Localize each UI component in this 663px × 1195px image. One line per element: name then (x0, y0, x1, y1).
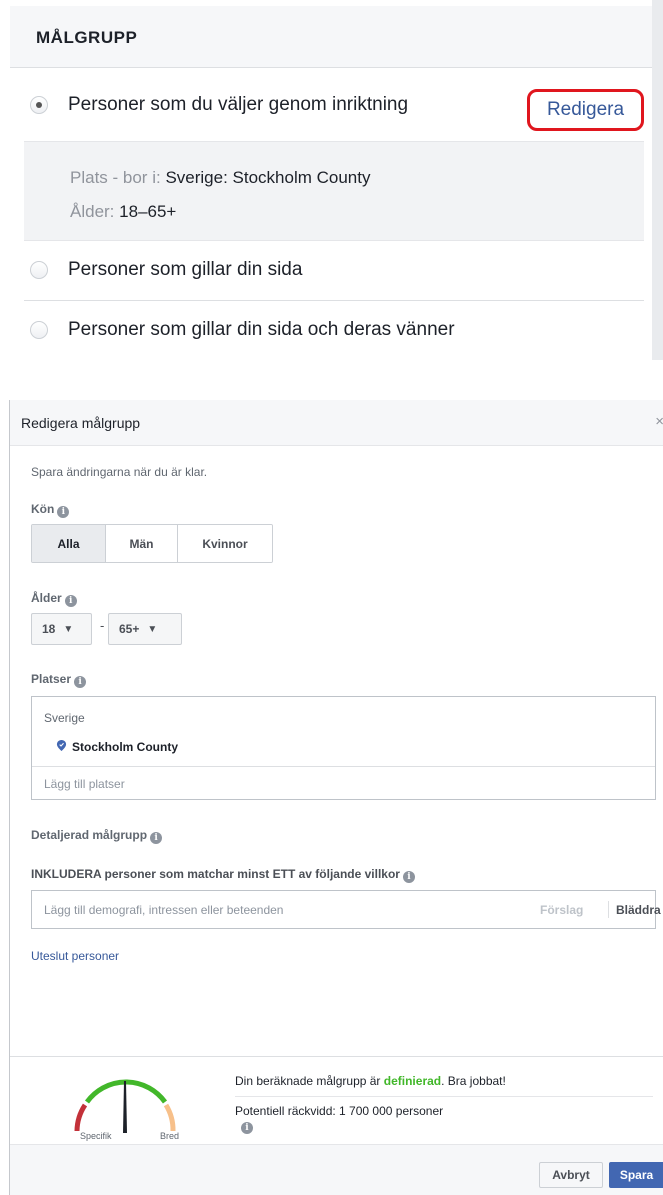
radio-button[interactable] (30, 261, 48, 279)
detailed-targeting-label: Detaljerad målgrupp i (31, 826, 163, 844)
close-icon[interactable]: × (655, 413, 663, 430)
edit-audience-button[interactable]: Redigera (527, 89, 644, 131)
caret-down-icon: ▼ (63, 623, 74, 635)
summary-age: Ålder: 18–65+ (70, 202, 176, 222)
audience-definition-message: Din beräknade målgrupp är definierad. Br… (235, 1074, 506, 1088)
audience-option-label: Personer som du väljer genom inriktning (68, 94, 409, 115)
radio-button-selected[interactable] (30, 96, 48, 114)
gender-label-text: Kön (31, 502, 55, 516)
audience-panel: MÅLGRUPP Personer som du väljer genom in… (10, 6, 652, 360)
info-icon[interactable]: i (402, 871, 415, 883)
add-location-field-wrapper (32, 766, 655, 800)
summary-age-key: Ålder: (70, 202, 115, 221)
divider (235, 1096, 653, 1097)
browse-button[interactable]: Bläddra (616, 903, 661, 917)
info-icon[interactable]: i (150, 832, 163, 844)
reach-status: definierad (383, 1074, 442, 1088)
summary-location-value: Sverige: Stockholm County (165, 168, 371, 187)
panel-scroll-edge (652, 0, 663, 360)
audience-gauge-icon (74, 1079, 176, 1133)
gender-option-women[interactable]: Kvinnor (178, 525, 272, 562)
audience-option-page-likers-friends[interactable]: Personer som gillar din sida och deras v… (24, 300, 644, 358)
divider (608, 901, 609, 918)
detailed-targeting-input[interactable] (32, 891, 502, 928)
locations-box: Sverige Stockholm County (31, 696, 656, 800)
audience-option-label: Personer som gillar din sida (68, 259, 303, 280)
audience-option-page-likers[interactable]: Personer som gillar din sida (24, 241, 644, 299)
gender-segmented-control: Alla Män Kvinnor (31, 524, 273, 563)
reach-message-prefix: Din beräknade målgrupp är (235, 1074, 384, 1088)
include-label: INKLUDERA personer som matchar minst ETT… (31, 865, 415, 883)
info-icon[interactable]: i (74, 676, 87, 688)
gender-option-men[interactable]: Män (106, 525, 178, 562)
potential-reach: Potentiell räckvidd: 1 700 000 personer (235, 1104, 444, 1118)
edit-audience-dialog: Redigera målgrupp × Spara ändringarna nä… (9, 400, 663, 1195)
gauge-label-specific: Specifik (80, 1131, 112, 1141)
exclude-people-link[interactable]: Uteslut personer (31, 949, 119, 963)
detailed-targeting-label-text: Detaljerad målgrupp (31, 828, 148, 842)
info-icon[interactable]: i (241, 1122, 253, 1134)
include-label-text: INKLUDERA personer som matchar minst ETT… (31, 867, 400, 881)
gauge-label-broad: Bred (160, 1131, 180, 1141)
summary-age-value: 18–65+ (119, 202, 177, 221)
audience-panel-wrapper: MÅLGRUPP Personer som du väljer genom in… (0, 0, 663, 360)
age-label: Ålder i (31, 589, 77, 607)
dialog-title: Redigera målgrupp (21, 415, 141, 431)
summary-location: Plats - bor i: Sverige: Stockholm County (70, 168, 370, 188)
gender-option-all[interactable]: Alla (32, 525, 106, 562)
audience-panel-header: MÅLGRUPP (10, 6, 652, 68)
age-min-select[interactable]: 18 ▼ (31, 613, 92, 645)
reach-message-suffix: . Bra jobbat! (441, 1074, 506, 1088)
age-max-value: 65+ (119, 622, 140, 636)
audience-panel-title: MÅLGRUPP (36, 28, 138, 47)
age-max-select[interactable]: 65+ ▼ (108, 613, 182, 645)
age-min-value: 18 (42, 622, 56, 636)
summary-location-key: Plats - bor i: (70, 168, 161, 187)
save-button[interactable]: Spara (609, 1162, 663, 1188)
location-pin-icon (56, 740, 67, 751)
age-range-separator: - (100, 618, 105, 633)
audience-option-label: Personer som gillar din sida och deras v… (68, 319, 455, 340)
detailed-targeting-box: Förslag Bläddra (31, 890, 661, 929)
info-icon[interactable]: i (64, 595, 77, 607)
cancel-button[interactable]: Avbryt (539, 1162, 603, 1188)
info-icon[interactable]: i (57, 506, 70, 518)
location-country: Sverige (44, 711, 85, 725)
locations-label-text: Platser (31, 672, 72, 686)
locations-label: Platser i (31, 670, 87, 688)
audience-definition-section: Specifik Bred Din beräknade målgrupp är … (10, 1056, 663, 1144)
targeting-summary: Plats - bor i: Sverige: Stockholm County… (24, 141, 644, 241)
dialog-footer: Avbryt Spara (10, 1144, 663, 1195)
suggestions-button[interactable]: Förslag (540, 903, 583, 917)
save-hint-text: Spara ändringarna när du är klar. (31, 465, 208, 479)
dialog-header: Redigera målgrupp × (10, 400, 663, 446)
age-label-text: Ålder (31, 591, 62, 605)
add-location-input[interactable] (32, 767, 655, 800)
caret-down-icon: ▼ (147, 623, 158, 635)
location-city[interactable]: Stockholm County (72, 740, 178, 754)
radio-button[interactable] (30, 321, 48, 339)
gender-label: Kön i (31, 500, 70, 518)
